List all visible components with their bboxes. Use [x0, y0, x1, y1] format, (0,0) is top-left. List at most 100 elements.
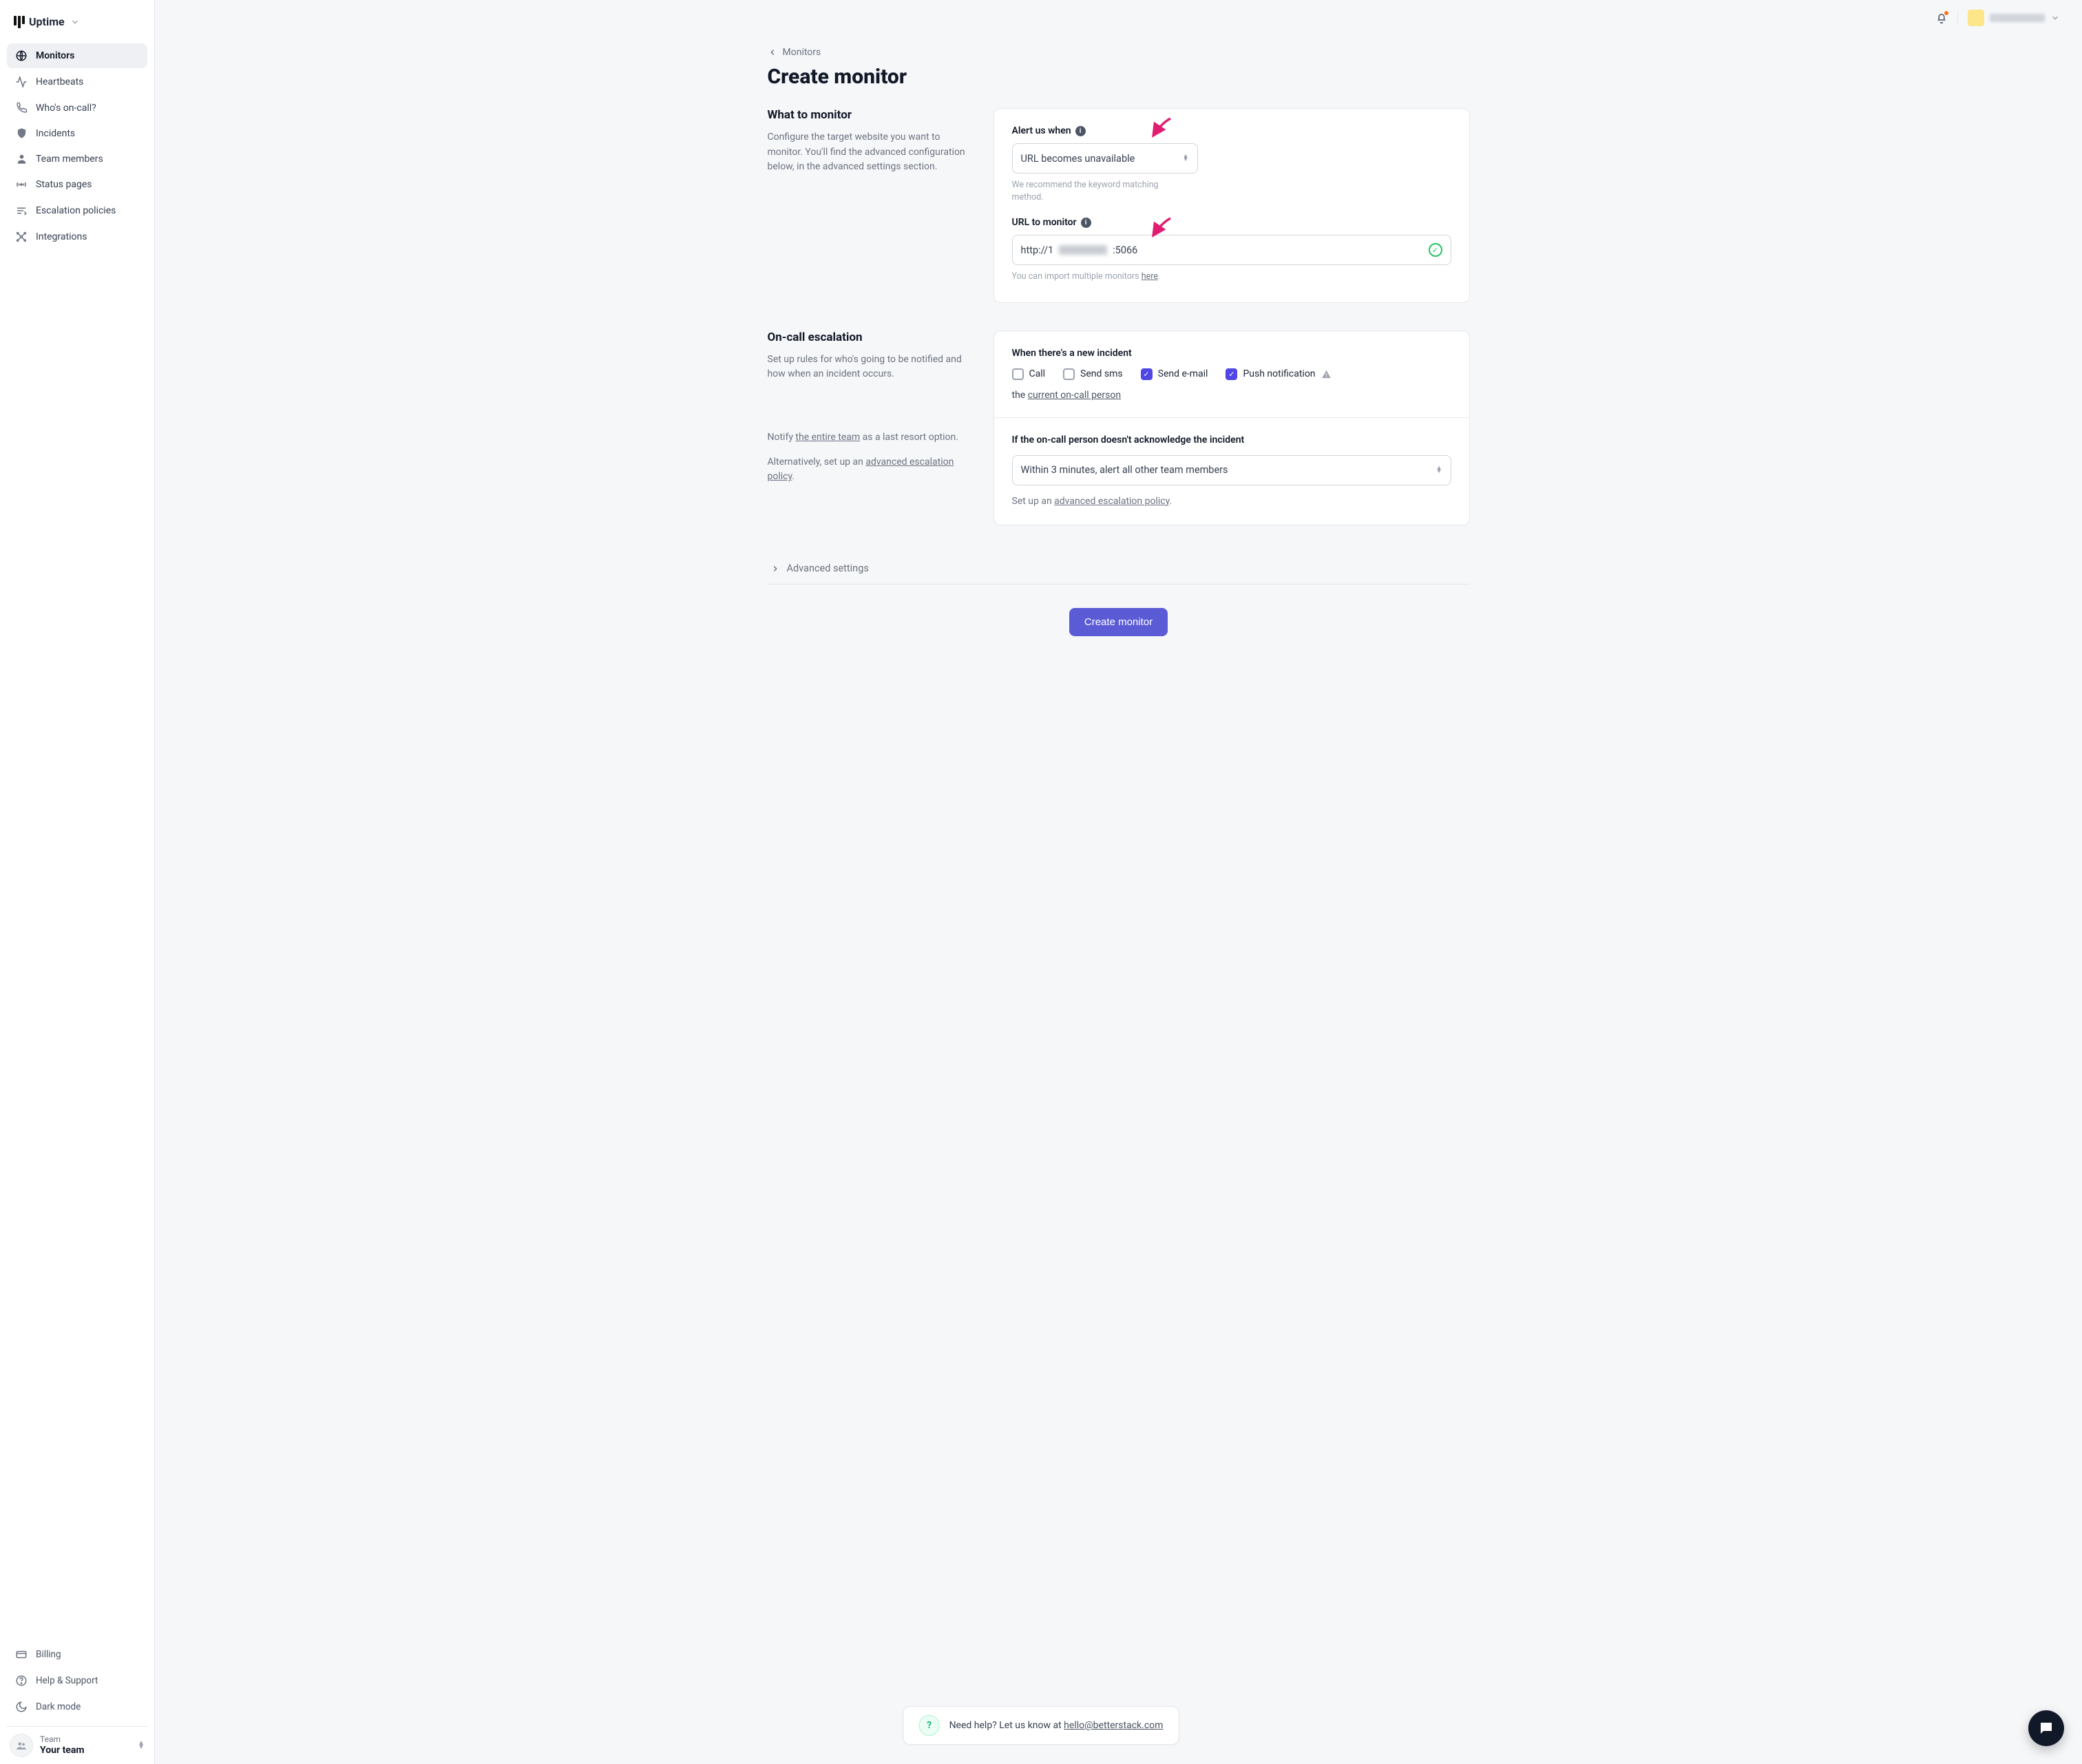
sidebar-item-monitors[interactable]: Monitors [7, 43, 147, 68]
card-icon [15, 1648, 28, 1661]
team-avatar-icon [10, 1734, 33, 1757]
sidebar-item-label: Escalation policies [36, 205, 116, 216]
sidebar-item-incidents[interactable]: Incidents [7, 121, 147, 145]
info-icon[interactable]: i [1075, 126, 1086, 136]
check-call[interactable]: Call [1012, 368, 1046, 380]
sidebar-item-heartbeats[interactable]: Heartbeats [7, 70, 147, 94]
ack-card: If the on-call person doesn't acknowledg… [993, 417, 1470, 526]
check-circle-icon: ✓ [1429, 243, 1442, 257]
brand-logo-icon [14, 16, 25, 28]
sidebar-item-darkmode[interactable]: Dark mode [7, 1694, 147, 1719]
ack-advanced-link[interactable]: advanced escalation policy [1054, 496, 1169, 507]
check-push[interactable]: Push notification [1226, 368, 1331, 380]
brand-name: Uptime [29, 15, 65, 28]
alert-hint: We recommend the keyword matching method… [1012, 179, 1177, 203]
team-label: Team [40, 1734, 131, 1744]
section-description: Configure the target website you want to… [768, 130, 974, 175]
main: Monitors Create monitor What to monitor … [155, 0, 2082, 1764]
sidebar-item-label: Who's on-call? [36, 103, 96, 114]
sidebar-item-label: Heartbeats [36, 76, 83, 87]
sidebar-item-oncall[interactable]: Who's on-call? [7, 96, 147, 120]
section-escalation: On-call escalation Set up rules for who'… [768, 330, 1470, 526]
phone-icon [15, 102, 28, 114]
alert-label: Alert us when [1012, 125, 1071, 136]
page-title: Create monitor [768, 65, 1470, 89]
sidebar-item-label: Dark mode [36, 1701, 81, 1712]
list-icon [15, 204, 28, 217]
user-avatar-icon [1968, 10, 1984, 26]
section-heading: What to monitor [768, 108, 974, 122]
alert-condition-select[interactable]: URL becomes unavailable ▲▼ [1012, 143, 1198, 174]
create-monitor-button[interactable]: Create monitor [1069, 608, 1168, 636]
content: Monitors Create monitor What to monitor … [754, 47, 1484, 636]
chevrons-updown-icon: ▲▼ [138, 1741, 145, 1750]
user-name-redacted [1990, 14, 2045, 22]
current-oncall-link[interactable]: current on-call person [1028, 390, 1121, 401]
help-icon [15, 1674, 28, 1687]
ack-hint: Set up an advanced escalation policy. [1012, 495, 1451, 509]
chevron-right-icon [770, 564, 780, 574]
checkbox-checked-icon [1141, 368, 1153, 380]
sidebar-item-billing[interactable]: Billing [7, 1642, 147, 1667]
url-redacted [1059, 245, 1107, 255]
help-text: Need help? Let us know at hello@betterst… [949, 1720, 1164, 1731]
breadcrumb-back[interactable]: Monitors [768, 47, 1470, 58]
brand-switcher[interactable]: Uptime [7, 12, 147, 41]
monitor-card: Alert us when i URL becomes unavailable … [993, 108, 1470, 303]
url-value-suffix: :5066 [1113, 244, 1137, 256]
chevron-down-icon [2050, 13, 2060, 23]
chevrons-updown-icon: ▲▼ [1436, 467, 1442, 474]
sidebar-item-team[interactable]: Team members [7, 147, 147, 171]
team-switcher[interactable]: Team Your team ▲▼ [7, 1726, 147, 1757]
incident-heading: When there's a new incident [1012, 348, 1132, 359]
ack-select[interactable]: Within 3 minutes, alert all other team m… [1012, 455, 1451, 485]
notification-dot-icon [1944, 10, 1949, 16]
url-hint: You can import multiple monitors here. [1012, 271, 1451, 283]
help-email-link[interactable]: hello@betterstack.com [1064, 1720, 1163, 1731]
activity-icon [15, 76, 28, 88]
checkbox-checked-icon [1226, 368, 1237, 380]
url-label: URL to monitor [1012, 217, 1077, 228]
info-icon[interactable]: i [1081, 218, 1091, 228]
user-menu[interactable] [1968, 10, 2060, 26]
notify-text: Notify the entire team as a last resort … [768, 430, 974, 445]
alt-text: Alternatively, set up an advanced escala… [768, 455, 974, 485]
intercom-launcher[interactable] [2028, 1710, 2064, 1746]
divider [1957, 11, 1958, 25]
checkbox-icon [1063, 368, 1075, 380]
globe-icon [15, 50, 28, 62]
sidebar-item-label: Team members [36, 154, 103, 165]
sidebar-item-label: Help & Support [36, 1675, 98, 1686]
check-sms[interactable]: Send sms [1063, 368, 1123, 380]
moon-icon [15, 1701, 28, 1713]
entire-team-link[interactable]: the entire team [795, 432, 860, 443]
sidebar-nav: Monitors Heartbeats Who's on-call? Incid… [7, 43, 147, 249]
sidebar: Uptime Monitors Heartbeats [0, 0, 155, 1764]
ack-select-value: Within 3 minutes, alert all other team m… [1021, 464, 1228, 476]
chevron-left-icon [768, 48, 777, 57]
sidebar-item-label: Status pages [36, 179, 92, 190]
sidebar-item-escalation[interactable]: Escalation policies [7, 198, 147, 223]
sidebar-item-integrations[interactable]: Integrations [7, 224, 147, 249]
help-circle-icon: ? [919, 1715, 940, 1736]
user-icon [15, 153, 28, 165]
help-banner: ? Need help? Let us know at hello@better… [903, 1706, 1179, 1745]
sidebar-item-help[interactable]: Help & Support [7, 1668, 147, 1693]
incident-card: When there's a new incident Call Send sm… [993, 330, 1470, 418]
chat-icon [2038, 1720, 2054, 1736]
section-heading: On-call escalation [768, 330, 974, 344]
advanced-label: Advanced settings [787, 563, 869, 574]
alert-condition-value: URL becomes unavailable [1021, 153, 1135, 165]
shield-icon [15, 127, 28, 139]
notifications-button[interactable] [1935, 12, 1948, 24]
warning-icon [1321, 369, 1332, 379]
check-email[interactable]: Send e-mail [1141, 368, 1208, 380]
sidebar-item-label: Billing [36, 1649, 61, 1660]
incident-the-line: the current on-call person [1012, 390, 1451, 401]
import-link[interactable]: here [1142, 271, 1158, 282]
advanced-settings-toggle[interactable]: Advanced settings [768, 553, 1470, 585]
chevron-down-icon [70, 17, 80, 27]
sidebar-item-status-pages[interactable]: Status pages [7, 172, 147, 197]
section-description: Set up rules for who's going to be notif… [768, 353, 974, 382]
sidebar-item-label: Monitors [36, 50, 74, 61]
